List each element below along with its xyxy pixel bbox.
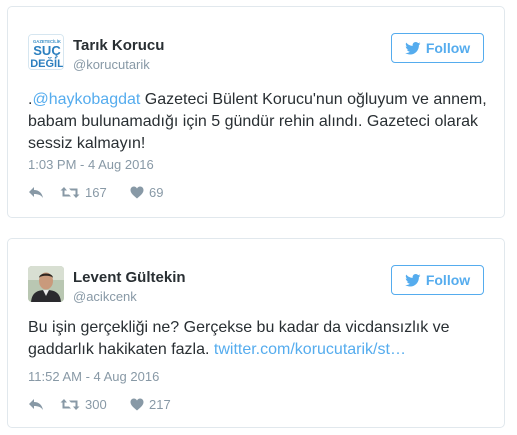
bird-icon bbox=[405, 41, 421, 54]
url-link[interactable]: twitter.com/korucutarik/st… bbox=[214, 341, 406, 358]
retweet-count: 300 bbox=[85, 397, 107, 412]
retweet-count: 167 bbox=[85, 185, 107, 200]
avatar-logo-icon: GAZETECİLİK SUÇ DEĞİL bbox=[29, 35, 64, 70]
like-button[interactable]: 217 bbox=[130, 397, 171, 412]
author-name[interactable]: Tarık Korucu bbox=[73, 37, 164, 54]
retweet-button[interactable]: 167 bbox=[60, 185, 130, 200]
avatar[interactable] bbox=[28, 266, 64, 302]
timestamp-link[interactable]: 11:52 AM - 4 Aug 2016 bbox=[28, 369, 159, 384]
bird-icon bbox=[405, 273, 421, 286]
tweet-card: Levent Gültekin @acikcenk Follow Bu işin… bbox=[7, 238, 505, 428]
reply-button[interactable] bbox=[28, 398, 60, 411]
follow-label: Follow bbox=[425, 272, 471, 288]
reply-button[interactable] bbox=[28, 186, 60, 199]
heart-icon bbox=[130, 398, 144, 411]
person-photo-icon bbox=[28, 266, 64, 302]
reply-icon bbox=[29, 187, 43, 198]
retweet-button[interactable]: 300 bbox=[60, 397, 130, 412]
like-button[interactable]: 69 bbox=[130, 185, 163, 200]
like-count: 217 bbox=[149, 397, 171, 412]
retweet-icon bbox=[60, 187, 80, 198]
like-count: 69 bbox=[149, 185, 164, 200]
tweet-actions: 167 69 bbox=[28, 185, 163, 200]
reply-icon bbox=[29, 399, 43, 410]
tweet-actions: 300 217 bbox=[28, 397, 171, 412]
follow-button[interactable]: Follow bbox=[391, 265, 484, 295]
svg-text:SUÇ: SUÇ bbox=[33, 43, 61, 58]
tweet-text: Bu işin gerçekliği ne? Gerçekse bu kadar… bbox=[28, 317, 488, 361]
mention-link[interactable]: @haykobagdat bbox=[32, 91, 140, 108]
tweet-card: GAZETECİLİK SUÇ DEĞİL Tarık Korucu @koru… bbox=[7, 6, 505, 218]
timestamp-link[interactable]: 1:03 PM - 4 Aug 2016 bbox=[28, 157, 154, 172]
author-name[interactable]: Levent Gültekin bbox=[73, 269, 186, 286]
heart-icon bbox=[130, 186, 144, 199]
author-handle[interactable]: @acikcenk bbox=[73, 289, 137, 304]
avatar[interactable]: GAZETECİLİK SUÇ DEĞİL bbox=[28, 34, 64, 70]
retweet-icon bbox=[60, 399, 80, 410]
svg-text:DEĞİL: DEĞİL bbox=[30, 57, 64, 70]
author-handle[interactable]: @korucutarik bbox=[73, 57, 150, 72]
follow-button[interactable]: Follow bbox=[391, 33, 484, 63]
follow-label: Follow bbox=[425, 40, 471, 56]
tweet-text: .@haykobagdat Gazeteci Bülent Korucu'nun… bbox=[28, 89, 488, 155]
